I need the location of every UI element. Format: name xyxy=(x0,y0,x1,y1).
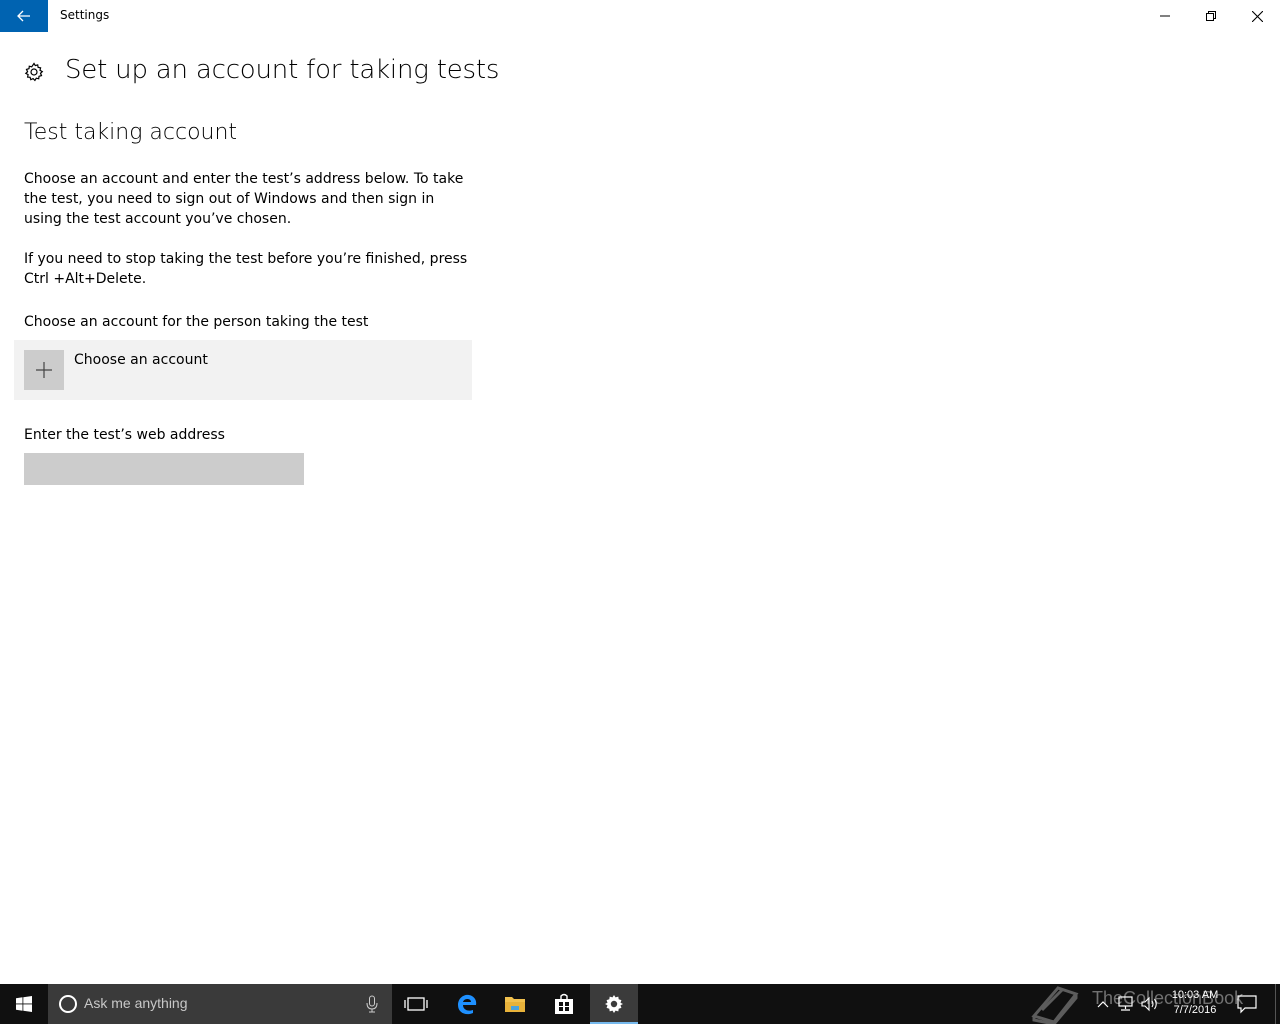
volume-icon xyxy=(1141,996,1157,1012)
settings-taskbar-button[interactable] xyxy=(590,984,638,1024)
store-icon xyxy=(555,993,573,1014)
store-button[interactable] xyxy=(540,984,588,1024)
start-button[interactable] xyxy=(0,984,48,1024)
cortana-search-box[interactable]: Ask me anything xyxy=(48,984,392,1024)
cortana-icon xyxy=(59,995,77,1013)
edge-button[interactable] xyxy=(443,984,491,1024)
network-icon xyxy=(1118,996,1133,1011)
network-button[interactable] xyxy=(1116,994,1136,1014)
choose-account-button[interactable]: Choose an account xyxy=(14,340,472,400)
instructions-text: Choose an account and enter the test’s a… xyxy=(24,171,464,227)
clock-date: 7/7/2016 xyxy=(1173,1004,1217,1016)
windows-logo-icon xyxy=(16,996,32,1012)
minimize-button[interactable] xyxy=(1142,0,1188,32)
back-button[interactable] xyxy=(0,0,48,32)
settings-gear-icon xyxy=(605,995,623,1013)
add-account-tile xyxy=(24,350,64,390)
maximize-icon xyxy=(1206,11,1216,21)
back-arrow-icon xyxy=(17,10,30,22)
close-button[interactable] xyxy=(1234,0,1280,32)
task-view-icon xyxy=(404,997,428,1011)
clock[interactable]: 10:03 AM 7/7/2016 xyxy=(1160,988,1230,1018)
close-icon xyxy=(1251,10,1263,22)
action-center-icon[interactable] xyxy=(1236,994,1258,1014)
chevron-up-icon xyxy=(1097,1001,1109,1008)
watermark-book-logo xyxy=(1031,986,1079,1024)
maximize-button[interactable] xyxy=(1188,0,1234,32)
choose-account-label: Choose an account xyxy=(74,352,208,368)
search-placeholder: Ask me anything xyxy=(84,995,188,1011)
show-desktop-button[interactable] xyxy=(1275,984,1280,1024)
microphone-icon[interactable] xyxy=(362,994,382,1014)
plus-icon xyxy=(36,362,52,378)
gear-icon xyxy=(24,62,44,82)
page-title: Set up an account for taking tests xyxy=(65,55,500,85)
web-address-input[interactable] xyxy=(24,453,304,485)
title-bar: Settings xyxy=(0,0,1280,32)
section-heading: Test taking account xyxy=(24,120,238,145)
minimize-icon xyxy=(1160,15,1170,17)
file-explorer-button[interactable] xyxy=(491,984,539,1024)
file-explorer-icon xyxy=(505,997,525,1012)
clock-time: 10:03 AM xyxy=(1171,989,1219,1001)
show-hidden-icons-button[interactable] xyxy=(1096,994,1110,1014)
web-address-label: Enter the test’s web address xyxy=(24,427,225,443)
account-label: Choose an account for the person taking … xyxy=(24,314,369,330)
volume-button[interactable] xyxy=(1140,994,1160,1014)
stop-test-text: If you need to stop taking the test befo… xyxy=(24,251,468,287)
window-title: Settings xyxy=(60,8,110,22)
task-view-button[interactable] xyxy=(392,984,440,1024)
edge-icon xyxy=(458,994,477,1015)
taskbar: Ask me anything xyxy=(0,984,1280,1024)
